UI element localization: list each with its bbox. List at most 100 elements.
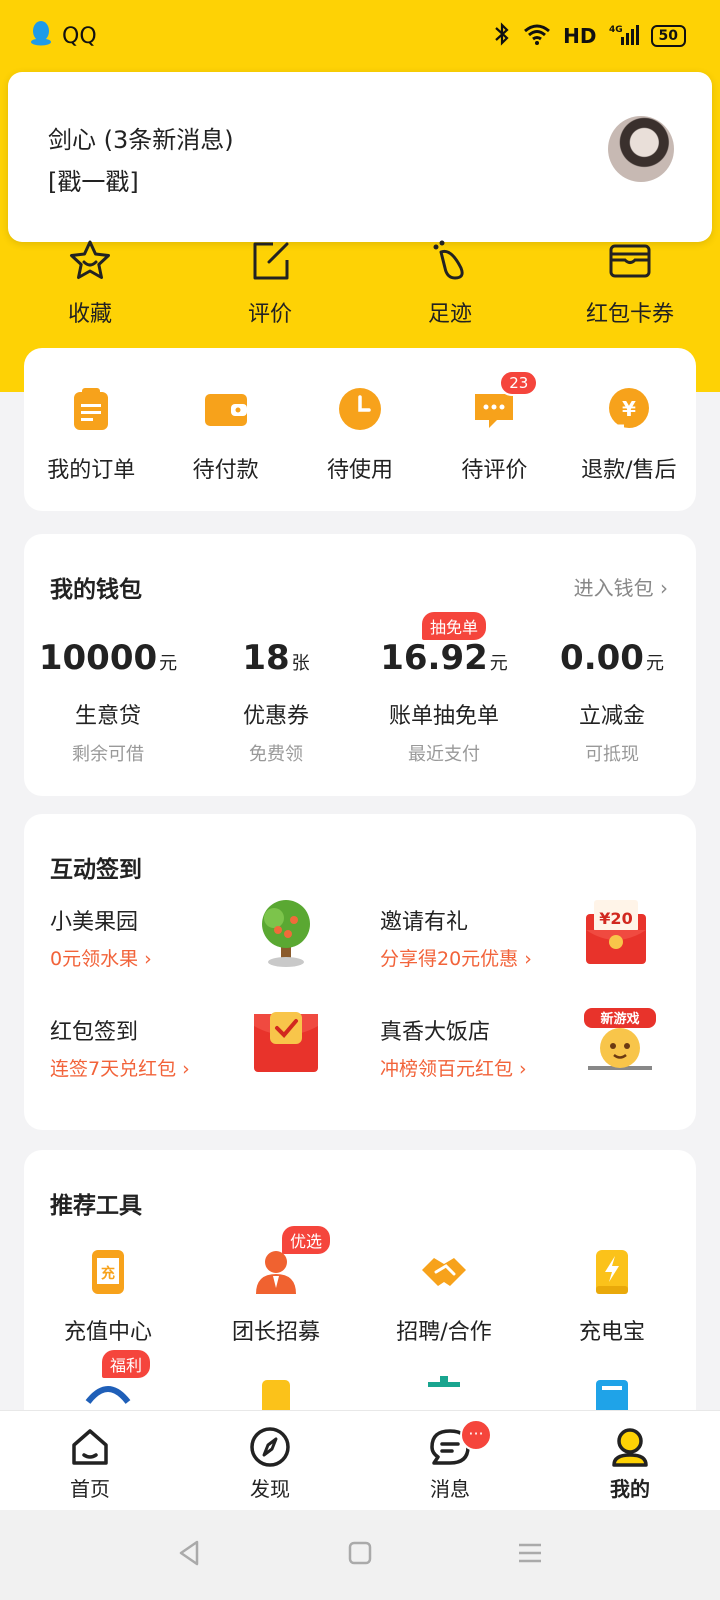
hd-indicator: HD bbox=[563, 24, 597, 48]
red-envelope-20-icon: ¥20 bbox=[586, 900, 646, 964]
order-label: 我的订单 bbox=[47, 458, 136, 483]
redpacket-checkin-entry[interactable]: 红包签到 连签7天兑红包 › bbox=[50, 1012, 350, 1104]
quick-item-footprints[interactable]: 足迹 bbox=[360, 238, 540, 338]
wallet-value: 18 bbox=[242, 638, 290, 678]
preferred-badge: 优选 bbox=[282, 1226, 331, 1254]
order-item-pending-payment[interactable]: 待付款 bbox=[158, 348, 292, 511]
menu-icon[interactable] bbox=[515, 1538, 545, 1572]
bottom-navigation: 首页 发现 ··· 消息 我的 bbox=[0, 1410, 720, 1510]
interactive-title: 互动签到 bbox=[50, 857, 142, 883]
welfare-badge: 福利 bbox=[102, 1350, 151, 1378]
wallet-item-sub: 最近支付 bbox=[408, 744, 480, 765]
home-icon bbox=[72, 1429, 108, 1465]
handshake-icon bbox=[422, 1258, 466, 1286]
clipboard-icon bbox=[74, 388, 109, 430]
wallet-icon bbox=[204, 394, 247, 426]
footprint-icon bbox=[433, 240, 464, 280]
order-label: 退款/售后 bbox=[581, 458, 677, 483]
edit-icon bbox=[253, 242, 289, 280]
clock-icon bbox=[339, 388, 382, 430]
quick-label: 足迹 bbox=[427, 302, 472, 327]
nav-messages[interactable]: ··· 消息 bbox=[360, 1411, 540, 1510]
profile-icon bbox=[612, 1428, 648, 1467]
nav-me[interactable]: 我的 bbox=[540, 1411, 720, 1510]
order-label: 待评价 bbox=[461, 458, 528, 483]
enter-wallet-label: 进入钱包 bbox=[573, 576, 654, 600]
invite-entry[interactable]: 邀请有礼 分享得20元优惠 › ¥20 bbox=[380, 900, 680, 994]
int-title: 真香大饭店 bbox=[380, 1020, 491, 1045]
system-navigation-bar bbox=[0, 1510, 720, 1600]
review-count-badge: 23 bbox=[499, 370, 539, 396]
compass-icon bbox=[250, 1427, 290, 1467]
int-sub: 冲榜领百元红包 › bbox=[380, 1058, 527, 1080]
enter-wallet-link[interactable]: 进入钱包 › bbox=[574, 572, 668, 601]
wallet-item-name: 账单抽免单 bbox=[388, 704, 499, 729]
tool-power-bank[interactable]: 充电宝 bbox=[528, 1248, 696, 1346]
wallet-item-loan[interactable]: 10000 元 生意贷 剩余可借 bbox=[24, 638, 192, 766]
wallet-title: 我的钱包 bbox=[50, 577, 142, 603]
int-title: 小美果园 bbox=[50, 910, 139, 935]
tool-leader-recruit[interactable]: 优选 团长招募 bbox=[192, 1226, 360, 1346]
refund-icon: ¥ bbox=[608, 388, 649, 428]
wallet-item-sub: 可抵现 bbox=[585, 744, 639, 765]
nav-label: 发现 bbox=[250, 1477, 290, 1501]
order-item-to-review[interactable]: 23 待评价 bbox=[427, 348, 561, 511]
svg-text:¥: ¥ bbox=[622, 397, 636, 421]
status-app-name: QQ bbox=[62, 23, 97, 49]
nav-label: 首页 bbox=[70, 1477, 110, 1501]
new-game-icon: 新游戏 bbox=[584, 1008, 656, 1070]
wallet-unit: 元 bbox=[645, 653, 664, 674]
int-title: 红包签到 bbox=[50, 1020, 139, 1045]
home-button-icon[interactable] bbox=[345, 1538, 375, 1572]
wallet-item-free-bill[interactable]: 抽免单 16.92 元 账单抽免单 最近支付 bbox=[360, 612, 528, 766]
int-sub: 分享得20元优惠 › bbox=[380, 948, 532, 970]
wallet-unit: 张 bbox=[291, 653, 310, 674]
message-notification[interactable]: 剑心 (3条新消息) [戳一戳] bbox=[8, 72, 712, 242]
wallet-item-name: 立减金 bbox=[578, 704, 645, 729]
interactive-card: 互动签到 小美果园 0元领水果 › 邀请有礼 分享得20元优惠 › ¥20 红包… bbox=[24, 814, 696, 1130]
notification-title: 剑心 (3条新消息) bbox=[48, 126, 234, 154]
quick-label: 评价 bbox=[247, 302, 292, 327]
new-game-label: 新游戏 bbox=[600, 1011, 639, 1027]
tool-recharge[interactable]: 充 充值中心 bbox=[24, 1248, 192, 1346]
orders-card: 我的订单 待付款 待使用 23 待评价 ¥ 退款/售后 bbox=[24, 348, 696, 511]
quick-item-reviews[interactable]: 评价 bbox=[180, 238, 360, 338]
quick-label: 红包卡券 bbox=[585, 302, 674, 327]
chevron-right-icon: › bbox=[660, 576, 668, 600]
star-icon bbox=[70, 240, 110, 279]
wallet-item-coupons[interactable]: 18 张 优惠券 免费领 bbox=[192, 638, 360, 766]
nav-discover[interactable]: 发现 bbox=[180, 1411, 360, 1510]
wifi-icon bbox=[523, 23, 551, 50]
order-item-all[interactable]: 我的订单 bbox=[24, 348, 158, 511]
wallet-unit: 元 bbox=[159, 653, 178, 674]
orchard-entry[interactable]: 小美果园 0元领水果 › bbox=[50, 900, 350, 994]
wallet-value: 16.92 bbox=[380, 638, 488, 678]
back-icon[interactable] bbox=[175, 1538, 205, 1572]
nav-home[interactable]: 首页 bbox=[0, 1411, 180, 1510]
wallet-unit: 元 bbox=[489, 653, 508, 674]
quick-item-coupons[interactable]: 红包卡券 bbox=[540, 238, 720, 338]
recharge-glyph: 充 bbox=[101, 1265, 115, 1282]
red-envelope-check-icon bbox=[254, 1012, 318, 1072]
restaurant-game-entry[interactable]: 真香大饭店 冲榜领百元红包 › 新游戏 bbox=[380, 1008, 680, 1104]
power-bank-icon bbox=[596, 1250, 628, 1294]
svg-text:4G: 4G bbox=[609, 25, 623, 35]
tool-label: 招聘/合作 bbox=[396, 1320, 492, 1345]
int-title: 邀请有礼 bbox=[380, 910, 469, 935]
wallet-item-name: 优惠券 bbox=[242, 704, 309, 729]
quick-actions: 收藏 评价 足迹 红包卡券 bbox=[0, 238, 720, 338]
tool-label: 充值中心 bbox=[63, 1320, 152, 1345]
wallet-item-discount[interactable]: 0.00 元 立减金 可抵现 bbox=[528, 638, 696, 766]
quick-item-favorites[interactable]: 收藏 bbox=[0, 238, 180, 338]
tool-label: 充电宝 bbox=[578, 1320, 645, 1345]
tool-recruit-cooperation[interactable]: 招聘/合作 bbox=[360, 1248, 528, 1346]
order-item-to-use[interactable]: 待使用 bbox=[293, 348, 427, 511]
nav-label: 我的 bbox=[610, 1477, 650, 1501]
avatar bbox=[608, 116, 674, 182]
wallet-item-sub: 剩余可借 bbox=[72, 744, 144, 765]
tools-card: 推荐工具 充 充值中心 优选 团长招募 招聘/合作 充电宝 福利 bbox=[24, 1150, 696, 1430]
tools-title: 推荐工具 bbox=[50, 1193, 142, 1219]
wallet-card: 我的钱包 进入钱包 › 10000 元 生意贷 剩余可借 18 张 优惠券 免费领 … bbox=[24, 534, 696, 796]
int-sub: 0元领水果 › bbox=[50, 948, 152, 970]
order-item-refund[interactable]: ¥ 退款/售后 bbox=[562, 348, 696, 511]
